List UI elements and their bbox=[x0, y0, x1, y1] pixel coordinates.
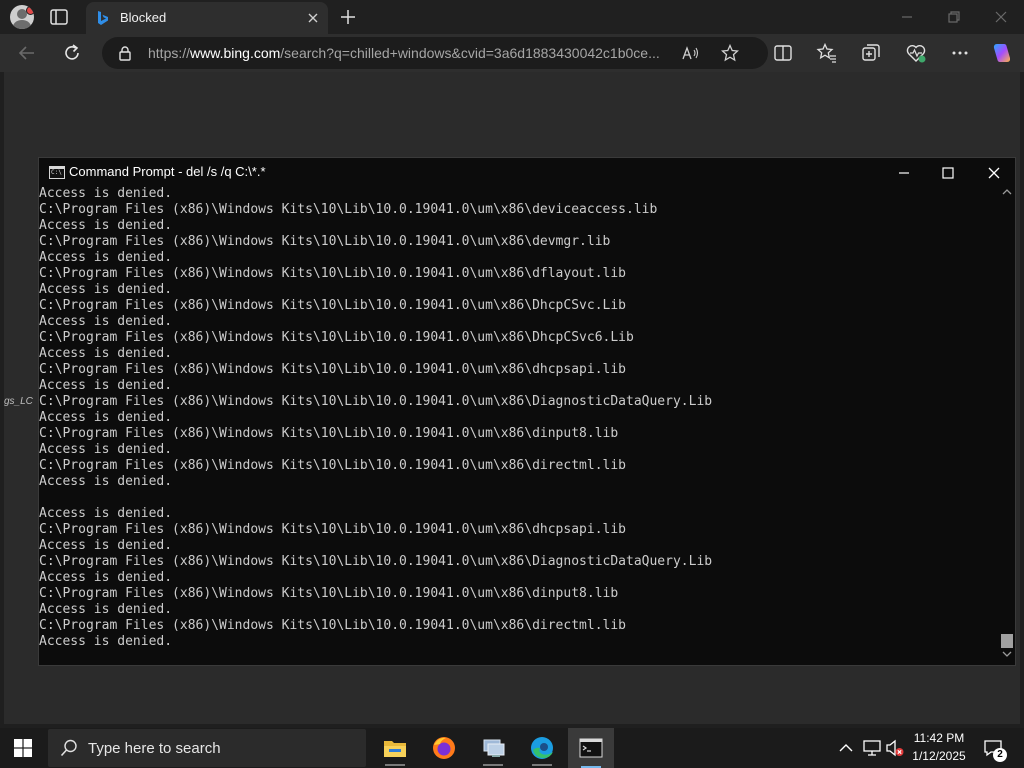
chevron-up-icon[interactable] bbox=[838, 740, 854, 756]
console-line: C:\Program Files (x86)\Windows Kits\10\L… bbox=[39, 266, 626, 281]
chevron-down-icon[interactable] bbox=[1002, 650, 1012, 658]
remote-desktop-icon bbox=[483, 739, 505, 757]
taskbar-clock-date[interactable]: 1/12/2025 bbox=[911, 749, 967, 763]
cmd-title-bar[interactable]: Command Prompt - del /s /q C:\*.* bbox=[39, 158, 1015, 186]
url-path: /search?q=chilled+windows&cvid=3a6d18834… bbox=[280, 45, 660, 61]
favorite-star-icon[interactable] bbox=[721, 44, 739, 62]
console-line: C:\Program Files (x86)\Windows Kits\10\L… bbox=[39, 394, 713, 409]
close-icon[interactable] bbox=[985, 164, 1003, 182]
console-line: Access is denied. bbox=[39, 186, 173, 201]
taskbar-command-prompt[interactable] bbox=[568, 728, 614, 768]
console-line: Access is denied. bbox=[39, 570, 173, 585]
console-scrollbar[interactable] bbox=[999, 186, 1015, 664]
tab-title: Blocked bbox=[120, 10, 167, 25]
console-line: Access is denied. bbox=[39, 282, 173, 297]
taskbar-clock-time[interactable]: 11:42 PM bbox=[913, 731, 965, 745]
console-line: C:\Program Files (x86)\Windows Kits\10\L… bbox=[39, 202, 658, 217]
file-explorer-icon bbox=[384, 741, 406, 757]
console-line: Access is denied. bbox=[39, 538, 173, 553]
console-line: Access is denied. bbox=[39, 250, 173, 265]
copilot-icon[interactable] bbox=[990, 41, 1014, 65]
cmd-window-title: Command Prompt - del /s /q C:\*.* bbox=[69, 164, 266, 179]
console-line: Access is denied. bbox=[39, 314, 173, 329]
browser-toolbar: https://www.bing.com/search?q=chilled+wi… bbox=[0, 34, 1024, 72]
taskbar-firefox[interactable] bbox=[429, 734, 459, 762]
console-line: C:\Program Files (x86)\Windows Kits\10\L… bbox=[39, 522, 626, 537]
console-line: C:\Program Files (x86)\Windows Kits\10\L… bbox=[39, 426, 619, 441]
volume-muted-icon[interactable] bbox=[885, 739, 905, 757]
browser-tab-active[interactable]: Blocked bbox=[86, 2, 328, 34]
page-fragment-text: gs_LC bbox=[4, 396, 33, 407]
close-icon[interactable] bbox=[992, 8, 1010, 26]
favorites-icon[interactable] bbox=[816, 42, 838, 64]
console-line: C:\Program Files (x86)\Windows Kits\10\L… bbox=[39, 586, 619, 601]
taskbar-search-box[interactable]: Type here to search bbox=[48, 729, 366, 767]
taskbar-file-explorer[interactable] bbox=[380, 734, 410, 766]
console-line: C:\Program Files (x86)\Windows Kits\10\L… bbox=[39, 298, 626, 313]
console-line: C:\Program Files (x86)\Windows Kits\10\L… bbox=[39, 234, 611, 249]
command-prompt-icon bbox=[49, 166, 65, 179]
back-icon[interactable] bbox=[16, 42, 38, 64]
edge-icon bbox=[531, 737, 553, 759]
url-domain: www.bing.com bbox=[190, 45, 281, 61]
search-icon bbox=[60, 739, 77, 757]
console-line: Access is denied. bbox=[39, 378, 173, 393]
split-screen-icon[interactable] bbox=[772, 42, 794, 64]
console-line: Access is denied. bbox=[39, 346, 173, 361]
windows-taskbar: Type here to search 11:42 PM 1/12/2025 2 bbox=[0, 728, 1024, 768]
more-icon[interactable] bbox=[949, 42, 971, 64]
tab-actions-icon[interactable] bbox=[50, 9, 68, 25]
console-line: C:\Program Files (x86)\Windows Kits\10\L… bbox=[39, 554, 713, 569]
close-icon[interactable] bbox=[304, 9, 322, 27]
taskbar-remote-desktop[interactable] bbox=[478, 734, 508, 766]
browser-essentials-icon[interactable] bbox=[905, 42, 927, 64]
search-placeholder: Type here to search bbox=[88, 740, 221, 757]
console-line: Access is denied. bbox=[39, 410, 173, 425]
console-line: Access is denied. bbox=[39, 634, 173, 649]
address-bar[interactable]: https://www.bing.com/search?q=chilled+wi… bbox=[102, 37, 768, 69]
console-line: Access is denied. bbox=[39, 474, 173, 489]
windows-start-icon[interactable] bbox=[14, 739, 32, 757]
command-prompt-window[interactable]: Command Prompt - del /s /q C:\*.* Access… bbox=[38, 157, 1016, 666]
browser-tab-bar: Blocked bbox=[0, 0, 1024, 34]
console-line: C:\Program Files (x86)\Windows Kits\10\L… bbox=[39, 458, 626, 473]
console-line: Access is denied. bbox=[39, 218, 173, 233]
restore-icon[interactable] bbox=[945, 8, 963, 26]
plus-icon[interactable] bbox=[338, 7, 358, 27]
console-line: C:\Program Files (x86)\Windows Kits\10\L… bbox=[39, 330, 634, 345]
maximize-icon[interactable] bbox=[939, 164, 957, 182]
collections-icon[interactable] bbox=[860, 42, 882, 64]
network-icon[interactable] bbox=[862, 739, 882, 757]
console-output[interactable]: Access is denied. C:\Program Files (x86)\… bbox=[39, 186, 999, 664]
console-line: C:\Program Files (x86)\Windows Kits\10\L… bbox=[39, 618, 626, 633]
console-line: Access is denied. bbox=[39, 602, 173, 617]
console-line: Access is denied. bbox=[39, 442, 173, 457]
console-line: Access is denied. bbox=[39, 506, 173, 521]
firefox-icon bbox=[433, 737, 455, 759]
read-aloud-icon[interactable] bbox=[682, 45, 700, 61]
bing-icon bbox=[98, 11, 108, 25]
address-url[interactable]: https://www.bing.com/search?q=chilled+wi… bbox=[148, 45, 660, 61]
url-scheme: https:// bbox=[148, 45, 191, 61]
refresh-icon[interactable] bbox=[61, 42, 83, 64]
taskbar-edge[interactable] bbox=[527, 734, 557, 766]
profile-icon[interactable] bbox=[10, 5, 34, 29]
console-line: C:\Program Files (x86)\Windows Kits\10\L… bbox=[39, 362, 626, 377]
chevron-up-icon[interactable] bbox=[1002, 188, 1012, 196]
minimize-icon[interactable] bbox=[898, 8, 916, 26]
notification-count-badge: 2 bbox=[993, 748, 1007, 762]
lock-icon[interactable] bbox=[118, 45, 132, 61]
minimize-icon[interactable] bbox=[895, 164, 913, 182]
scrollbar-thumb[interactable] bbox=[1001, 634, 1013, 648]
command-prompt-icon bbox=[579, 738, 603, 758]
